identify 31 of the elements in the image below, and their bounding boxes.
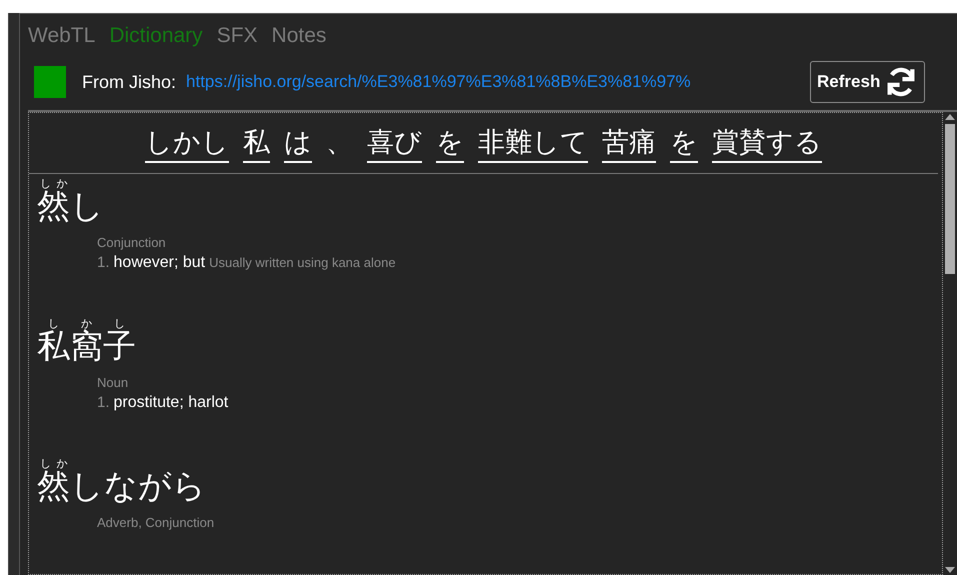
- source-label: From Jisho:: [82, 70, 176, 94]
- sentence-token: 、: [326, 126, 353, 159]
- sentence-token[interactable]: 賞賛する: [712, 125, 822, 163]
- entry-word: 然 しか し: [37, 178, 105, 226]
- tab[interactable]: Notes: [272, 20, 326, 52]
- entry-word: 私 し 窩 か 子 し: [37, 318, 137, 366]
- sentence-token[interactable]: 非難して: [478, 125, 588, 163]
- sense-gloss: however; but: [114, 253, 206, 273]
- sentence-token[interactable]: を: [436, 125, 464, 163]
- sense-number: 1.: [97, 393, 110, 413]
- sense-gloss: prostitute; harlot: [114, 393, 228, 413]
- sense-number: 1.: [97, 253, 110, 273]
- scroll-up-icon[interactable]: [945, 112, 955, 120]
- part-of-speech: Conjunction: [97, 234, 167, 252]
- part-of-speech: Noun: [97, 374, 130, 392]
- sentence-token[interactable]: 苦痛: [602, 125, 656, 163]
- sentence-token[interactable]: を: [670, 125, 698, 163]
- scroll-down-icon[interactable]: [945, 567, 955, 575]
- sentence-token[interactable]: しかし: [145, 125, 229, 163]
- scrollbar-thumb[interactable]: [945, 124, 955, 274]
- sense-note: Usually written using kana alone: [209, 254, 396, 272]
- sentence-token[interactable]: は: [284, 125, 312, 163]
- entry-word: 然 しか しながら: [37, 458, 207, 506]
- sentence-token[interactable]: 私: [243, 125, 270, 163]
- tab[interactable]: WebTL: [28, 20, 96, 52]
- refresh-button[interactable]: Refresh: [810, 61, 926, 103]
- sentence-token[interactable]: 喜び: [367, 125, 422, 163]
- part-of-speech: Adverb, Conjunction: [97, 514, 216, 532]
- source-link[interactable]: https://jisho.org/search/%E3%81%97%E3%81%8B%E3%81%97%: [186, 69, 792, 95]
- scrollbar[interactable]: [943, 112, 957, 575]
- tab[interactable]: SFX: [216, 20, 258, 52]
